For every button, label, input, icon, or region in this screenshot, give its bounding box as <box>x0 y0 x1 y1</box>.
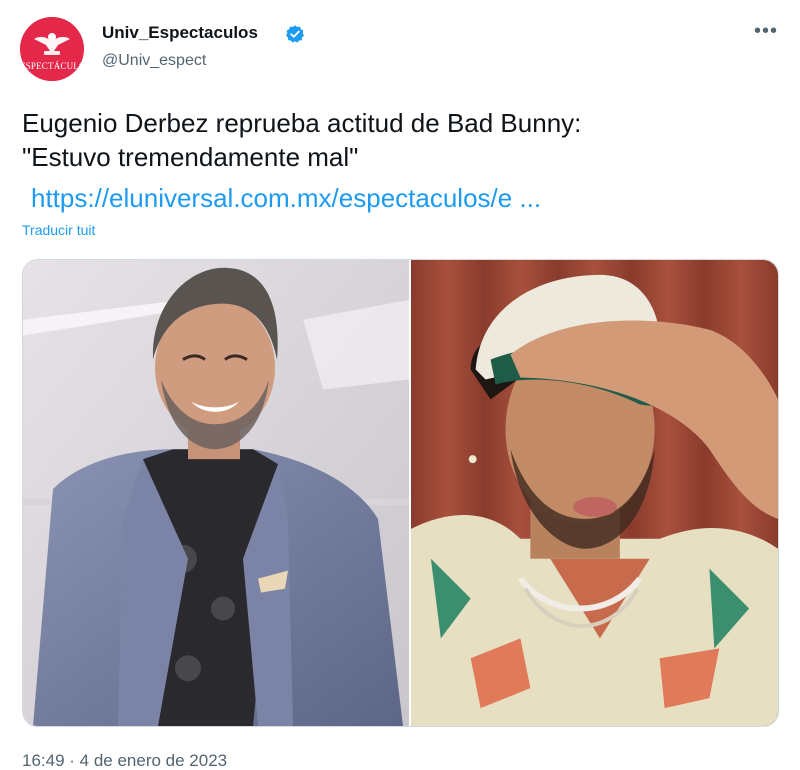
author-display-name[interactable]: Univ_Espectaculos <box>102 23 258 43</box>
tweet-text-line-1: Eugenio Derbez reprueba actitud de Bad B… <box>22 108 582 138</box>
photo-bad-bunny[interactable] <box>411 260 778 726</box>
photo-right-image <box>411 260 778 726</box>
translate-tweet-link[interactable]: Traducir tuit <box>22 222 95 238</box>
media-gallery <box>22 259 779 727</box>
avatar[interactable]: ESPECTÁCULOS <box>20 17 84 81</box>
tweet-card: ESPECTÁCULOS Univ_Espectaculos @Univ_esp… <box>0 0 800 770</box>
avatar-logo-icon <box>20 17 84 81</box>
more-options-icon[interactable]: ••• <box>752 20 780 44</box>
tweet-timestamp[interactable]: 16:49 · 4 de enero de 2023 <box>22 752 227 770</box>
avatar-wordmark: ESPECTÁCULOS <box>20 61 84 71</box>
photo-left-image <box>23 260 409 726</box>
article-link[interactable]: https://eluniversal.com.mx/espectaculos/… <box>31 181 541 215</box>
tweet-text: Eugenio Derbez reprueba actitud de Bad B… <box>22 106 762 174</box>
verified-badge-icon <box>286 25 304 43</box>
tweet-text-line-2: "Estuvo tremendamente mal" <box>22 142 359 172</box>
photo-eugenio-derbez[interactable] <box>23 260 409 726</box>
author-handle[interactable]: @Univ_espect <box>102 52 206 70</box>
